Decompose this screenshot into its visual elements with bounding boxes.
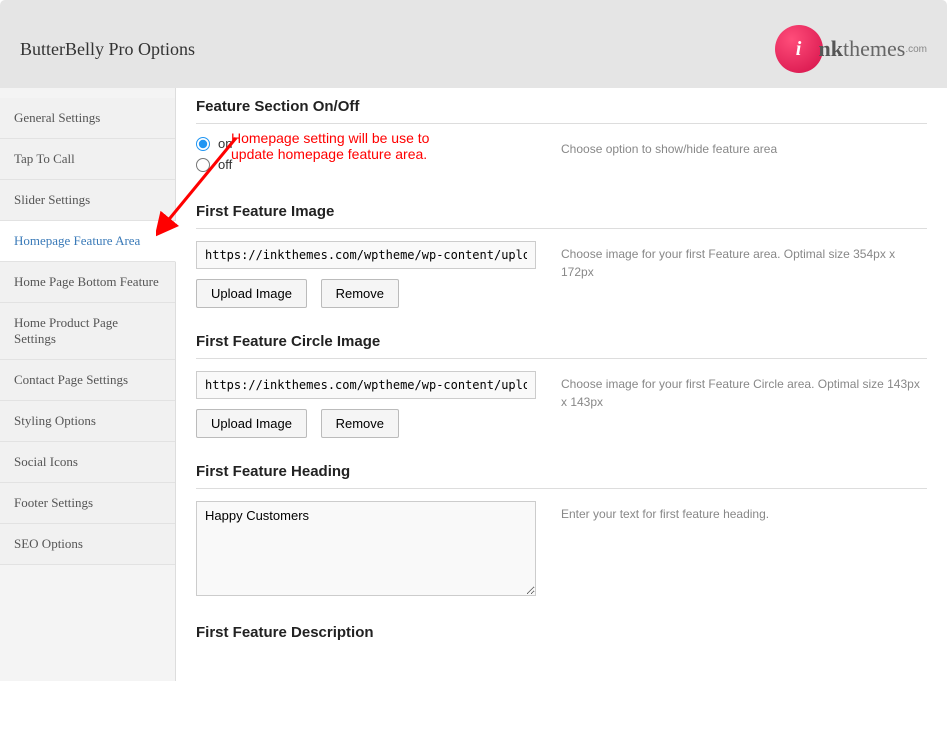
sidebar-item-home-product-page-settings[interactable]: Home Product Page Settings [0,303,175,360]
section-heading: First Feature Heading [196,463,927,489]
header: ButterBelly Pro Options i nkthemes .com [0,0,947,88]
section-heading: First Feature Image [196,203,927,229]
remove-button[interactable]: Remove [321,409,399,438]
sidebar-item-styling-options[interactable]: Styling Options [0,401,175,442]
sidebar-item-seo-options[interactable]: SEO Options [0,524,175,565]
help-text: Choose option to show/hide feature area [561,136,927,178]
section-first-feature-image: First Feature Image Upload Image Remove … [196,203,927,308]
section-first-feature-circle-image: First Feature Circle Image Upload Image … [196,333,927,438]
radio-off-label: off [218,157,232,172]
logo-text: nkthemes [819,36,906,62]
sidebar-item-general-settings[interactable]: General Settings [0,98,175,139]
radio-on[interactable] [196,137,210,151]
help-text: Enter your text for first feature headin… [561,501,927,599]
help-text: Choose image for your first Feature Circ… [561,371,927,438]
radio-off[interactable] [196,158,210,172]
brand-logo: i nkthemes .com [775,25,927,73]
first-feature-heading-textarea[interactable] [196,501,536,596]
remove-button[interactable]: Remove [321,279,399,308]
sidebar-item-slider-settings[interactable]: Slider Settings [0,180,175,221]
section-heading: First Feature Description [196,624,927,649]
first-feature-circle-image-input[interactable] [196,371,536,399]
sidebar-item-home-page-bottom-feature[interactable]: Home Page Bottom Feature [0,262,175,303]
section-feature-toggle: Feature Section On/Off on off Choose opt… [196,98,927,178]
app-container: ButterBelly Pro Options i nkthemes .com … [0,0,947,681]
help-text: Choose image for your first Feature area… [561,241,927,308]
upload-image-button[interactable]: Upload Image [196,279,307,308]
main-content: Homepage setting will be use to update h… [176,88,947,681]
sidebar: General Settings Tap To Call Slider Sett… [0,88,176,681]
sidebar-item-contact-page-settings[interactable]: Contact Page Settings [0,360,175,401]
section-heading: Feature Section On/Off [196,98,927,124]
sidebar-item-social-icons[interactable]: Social Icons [0,442,175,483]
sidebar-item-homepage-feature-area[interactable]: Homepage Feature Area [0,221,176,262]
body: General Settings Tap To Call Slider Sett… [0,88,947,681]
sidebar-item-tap-to-call[interactable]: Tap To Call [0,139,175,180]
sidebar-item-footer-settings[interactable]: Footer Settings [0,483,175,524]
page-title: ButterBelly Pro Options [20,39,195,60]
logo-tld: .com [905,44,927,55]
section-first-feature-description: First Feature Description [196,624,927,649]
radio-on-label: on [218,136,232,151]
logo-icon: i [775,25,823,73]
first-feature-image-input[interactable] [196,241,536,269]
section-heading: First Feature Circle Image [196,333,927,359]
upload-image-button[interactable]: Upload Image [196,409,307,438]
section-first-feature-heading: First Feature Heading Enter your text fo… [196,463,927,599]
